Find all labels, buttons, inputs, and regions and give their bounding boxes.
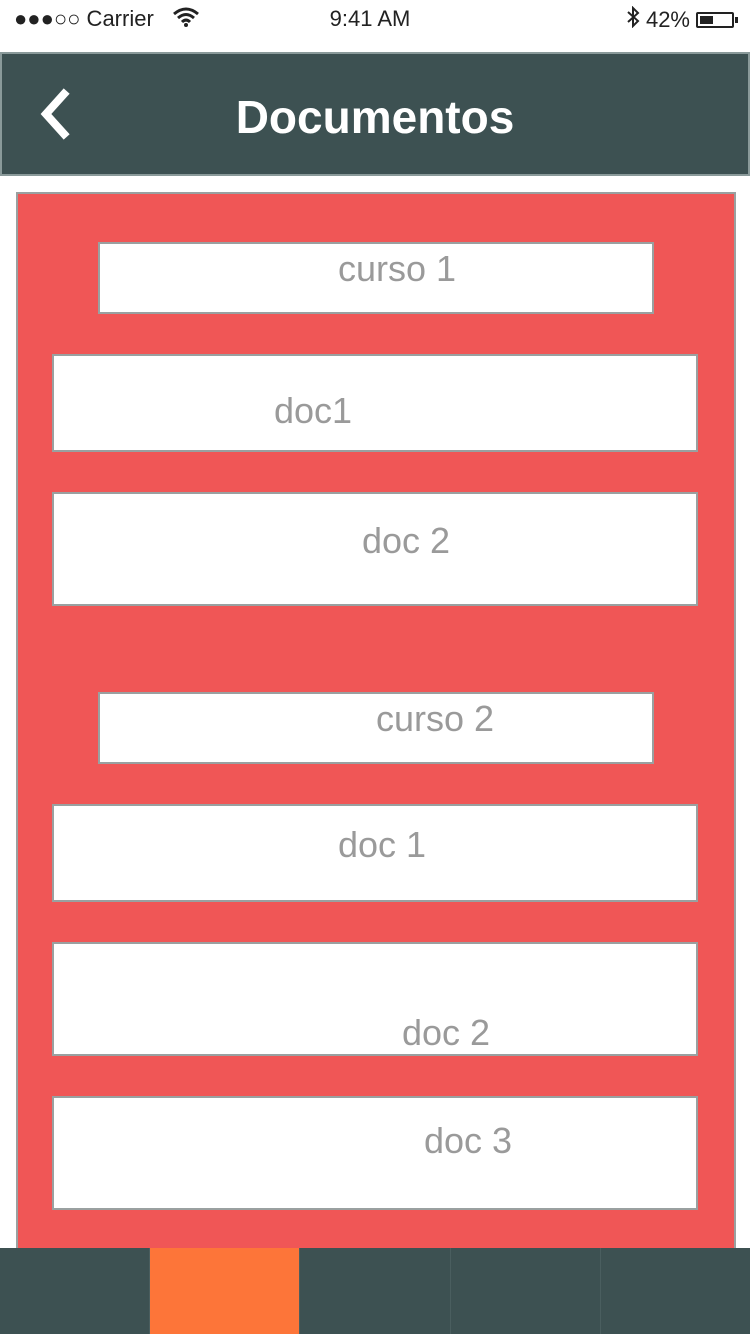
page-title: Documentos (235, 91, 515, 143)
document-item[interactable]: doc 2 (52, 942, 698, 1056)
document-label: doc1 (274, 390, 353, 431)
battery-fill (700, 16, 713, 24)
document-label: doc 2 (402, 1012, 491, 1053)
documents-panel: curso 1 doc1 doc 2 curso 2 doc 1 doc 2 d… (16, 192, 736, 1334)
document-label: doc 1 (338, 824, 427, 865)
document-item[interactable]: doc1 (52, 354, 698, 452)
battery-percent: 42% (645, 7, 690, 32)
document-item[interactable]: doc 2 (52, 492, 698, 606)
tab-4[interactable] (450, 1248, 601, 1334)
tab-3[interactable] (300, 1248, 451, 1334)
document-item[interactable]: doc 1 (52, 804, 698, 902)
course-label: curso 2 (376, 698, 495, 739)
document-label: doc 3 (424, 1120, 513, 1161)
document-label: doc 2 (362, 520, 451, 561)
course-header-2[interactable]: curso 2 (98, 692, 654, 764)
battery-icon (696, 12, 738, 28)
tab-2[interactable] (150, 1248, 301, 1334)
course-label: curso 1 (338, 248, 457, 289)
course-header-1[interactable]: curso 1 (98, 242, 654, 314)
tab-5[interactable] (600, 1248, 750, 1334)
navigation-bar: Documentos (0, 52, 750, 176)
bottom-tab-bar (0, 1248, 750, 1334)
tab-1[interactable] (0, 1248, 151, 1334)
document-item[interactable]: doc 3 (52, 1096, 698, 1210)
status-bar: ●●●○○ Carrier 9:41 AM 42% (0, 0, 750, 40)
status-right: 42% (626, 5, 738, 34)
bluetooth-icon (626, 5, 640, 34)
